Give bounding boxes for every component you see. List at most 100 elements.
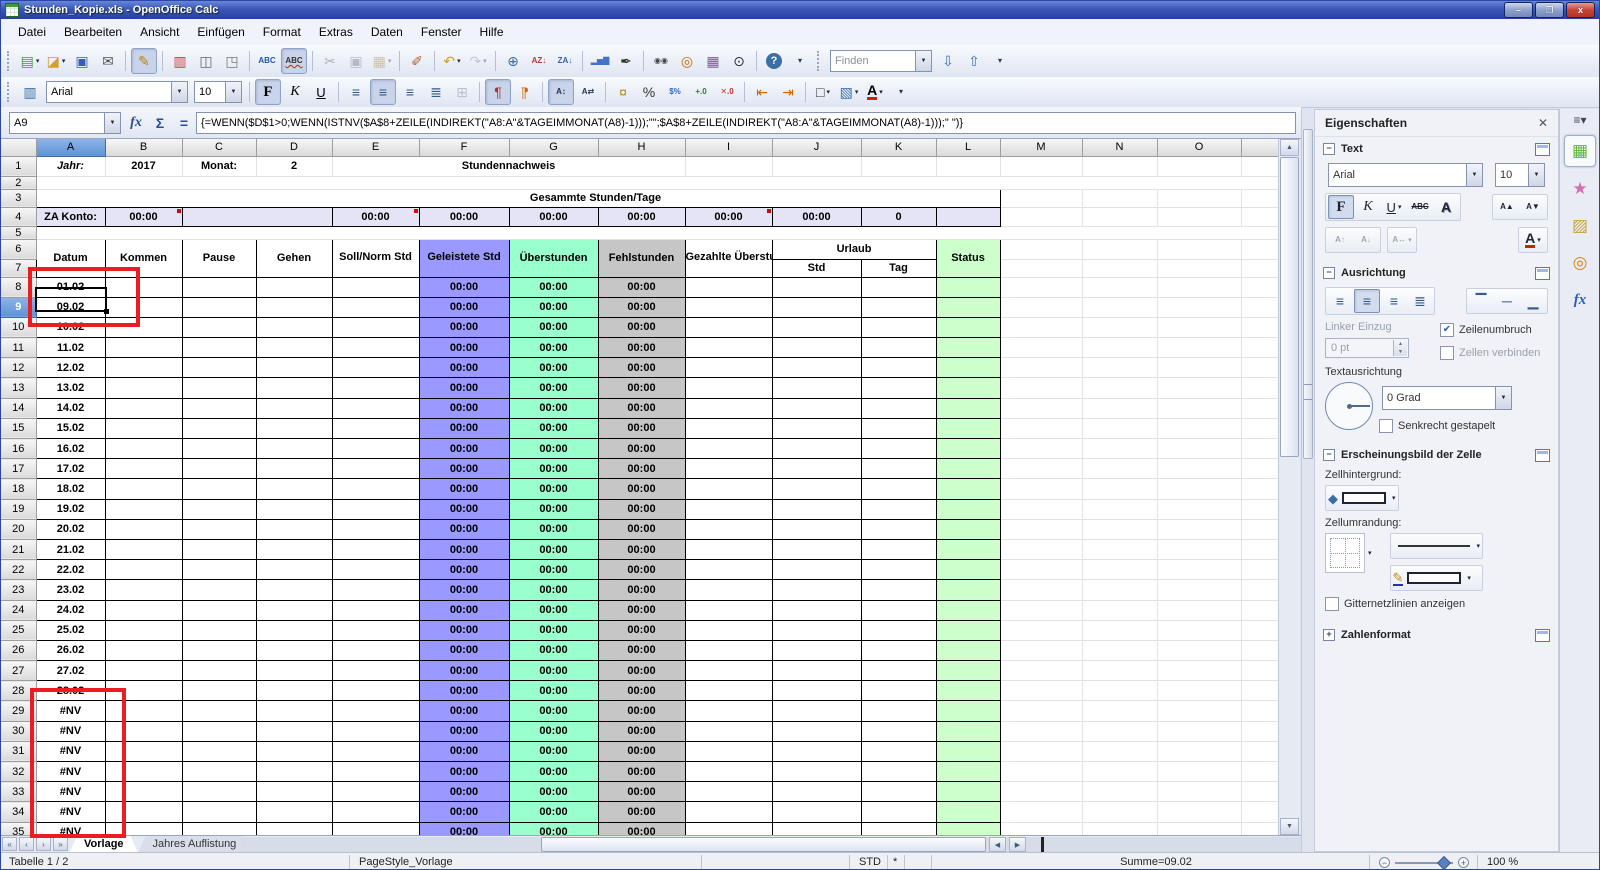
cell[interactable] — [1000, 239, 1082, 259]
cell-pause-28[interactable] — [182, 681, 256, 701]
cell-kommen-11[interactable] — [105, 338, 182, 358]
cell-urlaub-tag-8[interactable] — [861, 277, 936, 297]
cell-gezahlte-11[interactable] — [685, 338, 772, 358]
cell[interactable] — [1082, 782, 1157, 802]
row-header-32[interactable]: 32 — [1, 762, 36, 782]
rotation-dial[interactable] — [1325, 382, 1373, 430]
cell-geleistete-25[interactable]: 00:00 — [419, 620, 509, 640]
dropdown-icon[interactable]: ▼ — [225, 82, 241, 102]
cell-gehen-13[interactable] — [256, 378, 332, 398]
cell[interactable] — [1157, 239, 1241, 259]
cell-gezahlte-25[interactable] — [685, 620, 772, 640]
cell-urlaub-tag-16[interactable] — [861, 439, 936, 459]
cell[interactable] — [1241, 741, 1278, 761]
cell-gehen-19[interactable] — [256, 499, 332, 519]
cell-pause-34[interactable] — [182, 802, 256, 822]
increase-indent-button[interactable]: ⇥ — [776, 80, 800, 104]
scroll-up-icon[interactable]: ▲ — [1280, 139, 1299, 156]
cell-fehlstunden-31[interactable]: 00:00 — [598, 741, 685, 761]
formula-input[interactable]: {=WENN($D$1>0;WENN(ISTNV($A$8+ZEILE(INDI… — [196, 112, 1296, 134]
cell-datum-22[interactable]: 22.02 — [36, 560, 105, 580]
cell-geleistete-22[interactable]: 00:00 — [419, 560, 509, 580]
zoom-out-icon[interactable]: − — [1379, 857, 1390, 868]
cell[interactable] — [1000, 762, 1082, 782]
row-header-22[interactable]: 22 — [1, 560, 36, 580]
cell[interactable] — [936, 207, 1000, 226]
column-header-n[interactable]: N — [1082, 139, 1157, 156]
number-format-dialog-launcher-icon[interactable] — [1535, 629, 1550, 642]
cell-datum-11[interactable]: 11.02 — [36, 338, 105, 358]
cell[interactable] — [1000, 519, 1082, 539]
number-standard-button[interactable]: $% — [663, 80, 687, 104]
cell[interactable] — [1241, 600, 1278, 620]
cell-kommen-23[interactable] — [105, 580, 182, 600]
header-gehen[interactable]: Gehen — [256, 239, 332, 277]
cell[interactable] — [1241, 701, 1278, 721]
cell-geleistete-27[interactable]: 00:00 — [419, 661, 509, 681]
row-header-19[interactable]: 19 — [1, 499, 36, 519]
row-header-17[interactable]: 17 — [1, 459, 36, 479]
cell-urlaub-std-15[interactable] — [772, 418, 861, 438]
cell-soll-17[interactable] — [332, 459, 419, 479]
cell-gezahlte-29[interactable] — [685, 701, 772, 721]
dropdown-icon[interactable]: ▾ — [879, 88, 883, 96]
row-header-1[interactable]: 1 — [1, 156, 36, 176]
cell[interactable] — [1000, 741, 1082, 761]
cell-urlaub-tag-21[interactable] — [861, 539, 936, 559]
header-urlaub-tag[interactable]: Tag — [861, 259, 936, 277]
row-header-31[interactable]: 31 — [1, 741, 36, 761]
cell-pause-21[interactable] — [182, 539, 256, 559]
cell-kommen-14[interactable] — [105, 398, 182, 418]
menu-extras[interactable]: Extras — [310, 22, 362, 42]
auto-spellcheck-button[interactable]: ABC — [281, 48, 307, 74]
cell-soll-11[interactable] — [332, 338, 419, 358]
cell-fehlstunden-11[interactable]: 00:00 — [598, 338, 685, 358]
align-justify-button[interactable]: ≣ — [424, 80, 448, 104]
cell-urlaub-tag-28[interactable] — [861, 681, 936, 701]
cell[interactable] — [1000, 782, 1082, 802]
cell-urlaub-std-12[interactable] — [772, 358, 861, 378]
cell-gehen-17[interactable] — [256, 459, 332, 479]
cell-za-h4[interactable]: 00:00 — [598, 207, 685, 226]
select-all-corner[interactable] — [1, 139, 36, 156]
name-box-dropdown-icon[interactable]: ▼ — [104, 113, 120, 133]
cell[interactable] — [1082, 519, 1157, 539]
cell-geleistete-18[interactable]: 00:00 — [419, 479, 509, 499]
cell[interactable] — [1157, 418, 1241, 438]
cell-gehen-30[interactable] — [256, 721, 332, 741]
cell[interactable] — [861, 189, 936, 207]
cell-gehen-34[interactable] — [256, 802, 332, 822]
sheet-tab-vorlage[interactable]: Vorlage — [70, 836, 138, 852]
section-number-format-header[interactable]: + Zahlenformat — [1315, 623, 1558, 645]
cell-za-g4[interactable]: 00:00 — [509, 207, 598, 226]
cell[interactable] — [1000, 802, 1082, 822]
cell[interactable] — [1082, 479, 1157, 499]
cell-fehlstunden-8[interactable]: 00:00 — [598, 277, 685, 297]
cell-geleistete-23[interactable]: 00:00 — [419, 580, 509, 600]
row-header-34[interactable]: 34 — [1, 802, 36, 822]
cell-urlaub-std-21[interactable] — [772, 539, 861, 559]
cell[interactable] — [1157, 721, 1241, 741]
cell-soll-21[interactable] — [332, 539, 419, 559]
cell-gehen-23[interactable] — [256, 580, 332, 600]
cell-gehen-15[interactable] — [256, 418, 332, 438]
cell[interactable] — [1157, 741, 1241, 761]
cell-gezahlte-16[interactable] — [685, 439, 772, 459]
cell-urlaub-tag-20[interactable] — [861, 519, 936, 539]
cell-status-24[interactable] — [936, 600, 1000, 620]
cell-soll-27[interactable] — [332, 661, 419, 681]
text-dialog-launcher-icon[interactable] — [1535, 143, 1550, 156]
cell-geleistete-8[interactable]: 00:00 — [419, 277, 509, 297]
number-percent-button[interactable]: % — [637, 80, 661, 104]
cell-urlaub-std-10[interactable] — [772, 317, 861, 337]
cell-monat-label[interactable]: Monat: — [182, 156, 256, 176]
cell[interactable] — [1241, 822, 1278, 835]
row-header-3[interactable]: 3 — [1, 189, 36, 207]
cell-pause-17[interactable] — [182, 459, 256, 479]
cell-background-button[interactable]: ◆ ▾ — [1325, 485, 1399, 511]
cell[interactable] — [1000, 661, 1082, 681]
text-vertical-button[interactable]: A⇄ — [576, 80, 600, 104]
cell-kommen-26[interactable] — [105, 640, 182, 660]
cell[interactable] — [1000, 499, 1082, 519]
minimize-button[interactable]: – — [1504, 2, 1533, 18]
